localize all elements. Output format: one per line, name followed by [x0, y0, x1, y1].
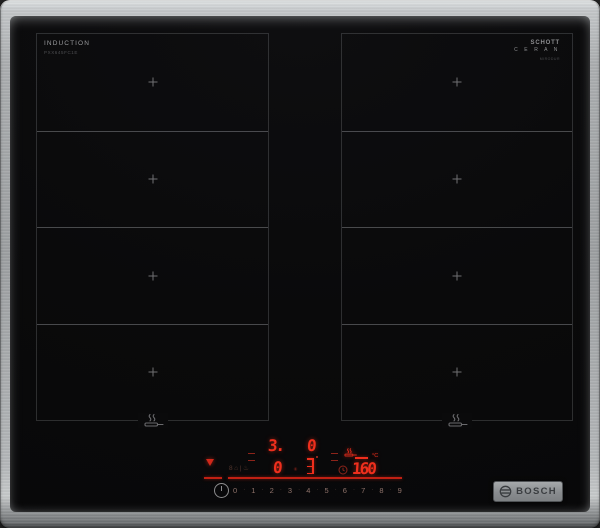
- printed-function-icons: 8⌂|♨: [229, 465, 251, 472]
- zone-cross-icon: [148, 367, 157, 377]
- power-button[interactable]: [214, 483, 229, 498]
- display-left-rear-level[interactable]: 3.: [267, 436, 284, 455]
- slider-level-1[interactable]: 1: [251, 486, 255, 495]
- schott-sub-text: MIRODUR: [539, 57, 560, 61]
- slider-level-7[interactable]: 7: [361, 486, 365, 495]
- slider-active-line-short: [204, 477, 222, 479]
- slider-level-9[interactable]: 9: [398, 486, 402, 495]
- zone-cross-icon: [148, 77, 157, 87]
- fry-sensor-pan-icon: [137, 413, 168, 428]
- zone-cross-icon: [452, 174, 462, 184]
- slider-separator: ·: [334, 487, 337, 493]
- slider-separator: ·: [298, 487, 301, 493]
- zone-cross-icon: [148, 174, 157, 184]
- zone-cross-icon: [148, 271, 157, 281]
- timer-clock-icon[interactable]: [338, 465, 348, 475]
- bosch-wordmark: BOSCH: [516, 486, 557, 497]
- power-level-slider[interactable]: 0 · 1 · 2 · 3 · 4 · 5 · 6 · 7 · 8 · 9: [233, 484, 402, 496]
- slider-separator: ·: [279, 487, 282, 493]
- slider-separator: ·: [261, 487, 264, 493]
- slider-level-5[interactable]: 5: [324, 486, 328, 495]
- cooking-zone-left-3: [37, 227, 268, 324]
- display-left-front-level[interactable]: 0: [272, 458, 281, 477]
- slider-separator: ·: [371, 487, 374, 493]
- slider-separator: ·: [353, 487, 356, 493]
- pan-move-icon: [305, 456, 318, 476]
- cooking-zone-left-2: [37, 130, 268, 228]
- slider-level-3[interactable]: 3: [288, 486, 292, 495]
- display-fry-temperature[interactable]: 160: [351, 459, 375, 478]
- ceran-text: C E R A N: [514, 47, 560, 53]
- schott-ceran-logo: SCHOTT C E R A N MIRODUR: [514, 40, 560, 61]
- bosch-badge: BOSCH: [493, 481, 563, 502]
- cooking-zone-right-2: [342, 130, 572, 228]
- induction-label: INDUCTION: [44, 40, 91, 47]
- display-right-rear-level[interactable]: 0: [306, 436, 315, 455]
- slider-active-line: [228, 477, 402, 479]
- cooking-zone-right-4: [342, 323, 572, 421]
- cooktop-product-image: INDUCTION PXX645FC1E SCHOTT C E R A N MI…: [0, 0, 600, 528]
- slider-level-2[interactable]: 2: [270, 486, 274, 495]
- flex-zone-group-right: [341, 33, 573, 428]
- zone-select-marks-icon: [248, 453, 255, 461]
- bosch-armature-icon: [499, 485, 512, 498]
- slider-level-8[interactable]: 8: [379, 486, 383, 495]
- glass-surface: INDUCTION PXX645FC1E SCHOTT C E R A N MI…: [10, 16, 590, 512]
- slider-separator: ·: [243, 487, 246, 493]
- cooking-zone-left-4: [37, 323, 268, 421]
- zone-cross-icon: [452, 367, 462, 377]
- schott-text: SCHOTT: [530, 40, 560, 46]
- zone-select-marks-icon: [331, 453, 338, 461]
- cooking-zone-right-3: [342, 227, 572, 324]
- slider-level-6[interactable]: 6: [343, 486, 347, 495]
- slider-level-0[interactable]: 0: [233, 486, 237, 495]
- fry-sensor-pan-icon: [442, 413, 472, 428]
- slider-separator: ·: [316, 487, 319, 493]
- model-text: PXX645FC1E: [44, 50, 79, 55]
- cleaning-pause-icon: ✳: [293, 467, 298, 473]
- induction-label-block: INDUCTION PXX645FC1E: [44, 40, 90, 55]
- zone-cross-icon: [452, 77, 462, 87]
- slider-level-4[interactable]: 4: [306, 486, 310, 495]
- flex-zone-group-left: [36, 33, 269, 428]
- wifi-indicator-icon: [206, 459, 214, 466]
- slider-separator: ·: [389, 487, 392, 493]
- zone-cross-icon: [452, 271, 462, 281]
